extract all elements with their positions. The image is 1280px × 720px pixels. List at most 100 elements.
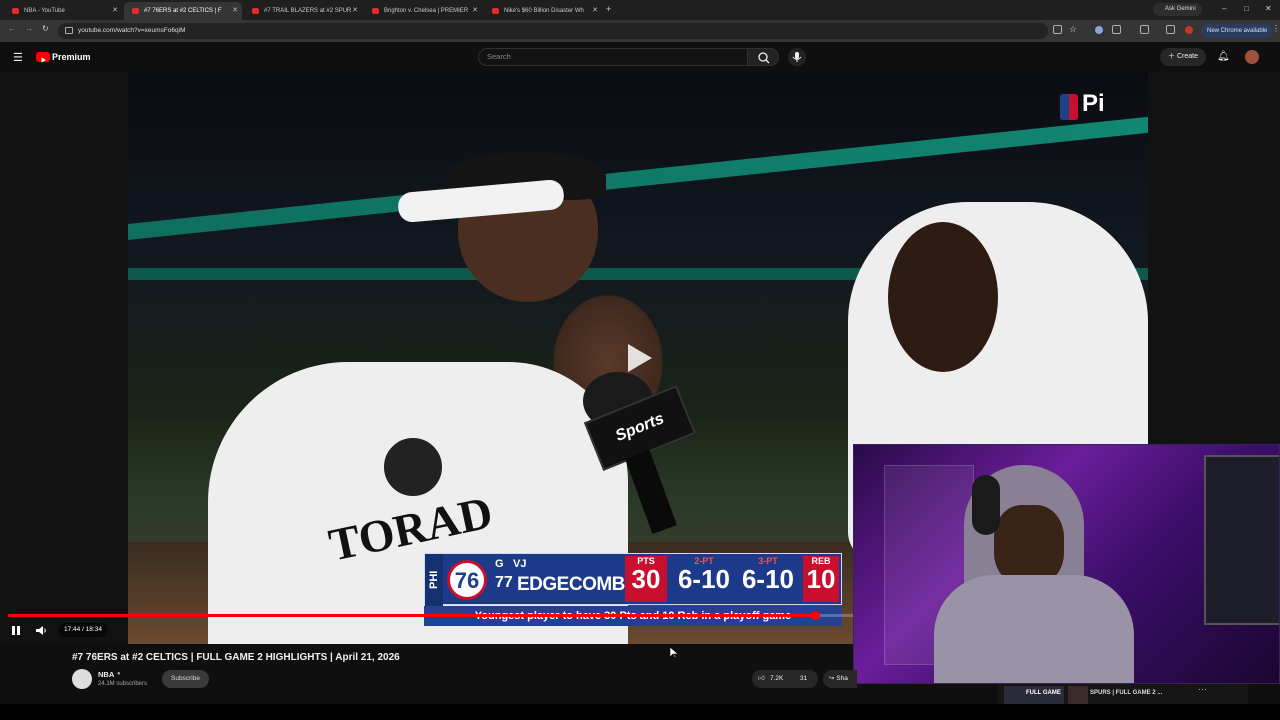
maximize-button[interactable]: □ [1244, 4, 1249, 13]
browser-tab[interactable]: Nike's $60 Billion Disaster Wh ✕ [484, 2, 602, 20]
stat-value: 6-10 [677, 564, 731, 594]
profile-extension-icon[interactable] [1095, 26, 1103, 34]
ask-gemini-button[interactable]: Ask Gemini [1153, 3, 1202, 16]
jersey-number: 77 [495, 574, 513, 591]
update-label: New Chrome available [1207, 28, 1268, 34]
url-text: youtube.com/watch?v=xeumsFo6qiM [78, 27, 186, 34]
ask-gemini-label: Ask Gemini [1165, 6, 1196, 12]
youtube-favicon-icon [12, 8, 19, 14]
thumbnail[interactable] [1068, 686, 1088, 704]
search-icon [758, 52, 770, 64]
browser-tab-active[interactable]: #7 76ERS at #2 CELTICS | F ✕ [124, 2, 242, 20]
streamer-webcam-overlay [853, 444, 1280, 684]
sixers-logo-icon: 76 [447, 560, 487, 600]
headphones [972, 475, 1000, 535]
close-tab-icon[interactable]: ✕ [232, 6, 238, 14]
thumbnail-title: SPURS | FULL GAME 2 ... [1090, 690, 1163, 696]
stat-reb: REB 10 [803, 556, 839, 602]
share-button[interactable]: ↪ Sha [823, 670, 857, 688]
stat-2pt: 2-PT 6-10 [675, 556, 733, 592]
team-abbreviation: PHI [425, 554, 443, 606]
mic-flag-label: Sports [613, 410, 667, 445]
browser-tab[interactable]: Brighton v. Chelsea | PREMIER ✕ [364, 2, 482, 20]
channel-avatar[interactable] [72, 669, 92, 689]
account-avatar-icon[interactable] [1185, 26, 1193, 34]
update-chrome-button[interactable]: New Chrome available [1201, 24, 1274, 38]
microphone-handle [625, 449, 677, 535]
youtube-favicon-icon [372, 8, 379, 14]
bookmark-star-icon[interactable]: ☆ [1069, 24, 1077, 35]
up-next-thumbnails[interactable]: FULL GAME SPURS | FULL GAME 2 ... ⋯ [998, 684, 1248, 704]
extensions-icon[interactable] [1112, 25, 1121, 34]
close-tab-icon[interactable]: ✕ [112, 6, 118, 14]
youtube-logo-icon[interactable] [36, 52, 50, 63]
voice-search-button[interactable] [788, 48, 806, 66]
address-bar[interactable]: youtube.com/watch?v=xeumsFo6qiM [58, 23, 1048, 39]
progress-bar[interactable] [8, 611, 853, 620]
thumbnail-label: FULL GAME [1026, 690, 1061, 696]
channel-name[interactable]: NBA [98, 670, 114, 679]
player-position: G [495, 558, 504, 570]
page-bottom-bar [0, 704, 1280, 720]
minimize-button[interactable]: – [1222, 4, 1226, 13]
comment-count[interactable]: 31 [800, 670, 807, 688]
player-initials: VJ [513, 558, 527, 570]
cast-icon[interactable] [1166, 25, 1175, 34]
volume-icon[interactable] [35, 625, 47, 636]
menu-hamburger-icon[interactable]: ☰ [13, 51, 23, 64]
youtube-premium-label[interactable]: Premium [52, 52, 91, 62]
scrubber-handle[interactable] [810, 611, 820, 620]
subscribe-label: Subscribe [171, 675, 200, 682]
search-button[interactable] [747, 48, 779, 66]
scorebug: PHI 76 G VJ 77 EDGECOMBE PTS 30 2-PT 6-1… [424, 553, 842, 606]
search-input[interactable]: Search [478, 48, 748, 66]
forward-arrow-icon[interactable]: → [25, 24, 33, 33]
play-overlay-icon[interactable] [624, 342, 654, 374]
plus-icon: ＋ [1168, 53, 1177, 60]
browser-tab[interactable]: #7 TRAIL BLAZERS at #2 SPUR ✕ [244, 2, 362, 20]
nba-logo-icon [1060, 94, 1078, 120]
reload-icon[interactable]: ↻ [42, 24, 49, 33]
monitor-screen [1204, 455, 1279, 625]
stat-pts: PTS 30 [625, 556, 667, 602]
like-icon[interactable]: 👍︎ [758, 670, 765, 688]
back-arrow-icon[interactable]: ← [8, 24, 16, 33]
close-tab-icon[interactable]: ✕ [472, 6, 478, 14]
browser-tab[interactable]: NBA - YouTube ✕ [4, 2, 122, 20]
time-display: 17:44 / 18:34 [58, 623, 108, 637]
create-label: Create [1176, 53, 1198, 60]
subscriber-count: 24.1M subscribers [98, 681, 148, 687]
like-count[interactable]: 7.2K [770, 670, 783, 688]
tab-title: NBA - YouTube [24, 8, 65, 14]
install-app-icon[interactable] [1053, 25, 1062, 34]
stat-value: 30 [631, 564, 661, 594]
tab-title: #7 TRAIL BLAZERS at #2 SPUR [264, 8, 352, 14]
subscribe-button[interactable]: Subscribe [162, 670, 209, 688]
play-triangle-icon [41, 57, 46, 63]
chrome-menu-icon[interactable]: ⋮ [1272, 24, 1280, 33]
new-tab-button[interactable]: + [606, 4, 611, 14]
close-tab-icon[interactable]: ✕ [352, 6, 358, 14]
verified-badge-icon: ● [117, 671, 121, 677]
close-tab-icon[interactable]: ✕ [592, 6, 598, 14]
stat-value: 6-10 [741, 564, 795, 594]
time-text: 17:44 / 18:34 [64, 626, 102, 633]
more-options-icon[interactable]: ⋯ [1198, 684, 1207, 695]
progress-played [8, 614, 815, 617]
stat-value: 10 [806, 564, 836, 594]
tab-title: Brighton v. Chelsea | PREMIER [384, 8, 469, 14]
avatar[interactable] [1245, 50, 1259, 64]
share-label: Sha [836, 675, 848, 682]
like-dislike-bar: 👍︎ 7.2K 31 [752, 670, 818, 688]
close-window-button[interactable]: ✕ [1265, 4, 1272, 13]
side-panel-icon[interactable] [1140, 25, 1149, 34]
create-button[interactable]: ＋ Create [1160, 48, 1206, 66]
notifications-bell-icon[interactable]: 🔔︎ [1217, 51, 1230, 62]
youtube-favicon-icon [492, 8, 499, 14]
network-watermark: Pi [1082, 90, 1105, 117]
browser-tab-strip: NBA - YouTube ✕ #7 76ERS at #2 CELTICS |… [0, 0, 1280, 20]
youtube-favicon-icon [132, 8, 139, 14]
pause-icon[interactable] [11, 625, 21, 636]
site-info-icon[interactable] [65, 27, 73, 34]
player-controls [0, 620, 853, 642]
